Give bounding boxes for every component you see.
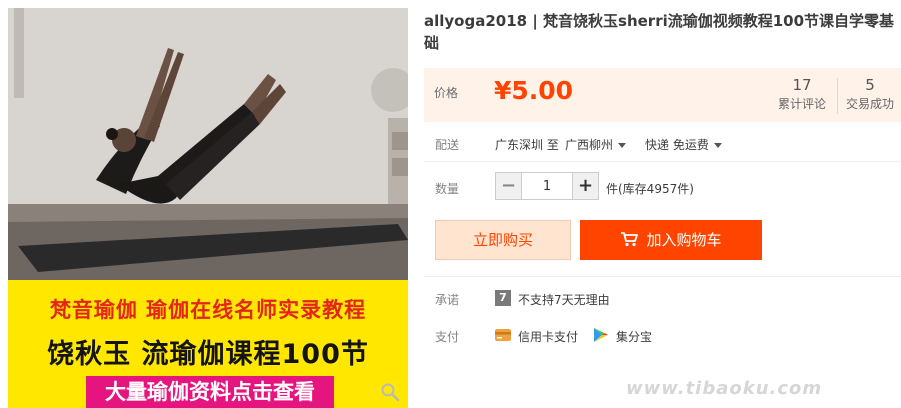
- divider: [424, 276, 901, 277]
- shipping-method: 快递 免运费: [645, 138, 709, 152]
- price-value: ¥5.00: [494, 76, 574, 105]
- promise-text[interactable]: 不支持7天无理由: [518, 291, 610, 308]
- quantity-label: 数量: [435, 182, 460, 196]
- buy-now-button[interactable]: 立即购买: [435, 220, 571, 260]
- magnifier-icon[interactable]: [380, 382, 400, 402]
- sales-label: 交易成功: [845, 97, 894, 111]
- reviews-stat[interactable]: 17 累计评论: [772, 76, 832, 114]
- reviews-label: 累计评论: [777, 97, 826, 111]
- jifenbao-icon: [594, 328, 608, 342]
- cart-icon: [621, 232, 639, 247]
- increase-button[interactable]: +: [572, 173, 598, 199]
- price-panel: 价格 ¥5.00 17 累计评论 5 交易成功: [424, 68, 901, 122]
- quantity-stepper: − +: [495, 172, 599, 200]
- watermark: www.tibaoku.com: [626, 378, 823, 399]
- delivery-from: 广东深圳 至: [495, 138, 559, 152]
- stock-info: 件(库存4957件): [606, 182, 694, 196]
- add-to-cart-label: 加入购物车: [646, 231, 722, 249]
- yoga-photo: [8, 8, 408, 280]
- payment-label: 支付: [435, 330, 460, 344]
- seven-day-icon: 7: [495, 290, 511, 306]
- banner-headline: 梵音瑜伽 瑜伽在线名师实录教程: [49, 298, 367, 322]
- payment-credit-card[interactable]: 信用卡支付: [518, 328, 578, 345]
- delivery-destination-select[interactable]: 广西柳州: [565, 136, 627, 153]
- promo-banner: 梵音瑜伽 瑜伽在线名师实录教程 饶秋玉 流瑜伽课程100节 大量瑜伽资料点击查看: [8, 280, 408, 408]
- shipping-method-select[interactable]: 快递 免运费: [645, 136, 722, 153]
- sales-stat: 5 交易成功: [842, 76, 898, 114]
- decrease-button[interactable]: −: [496, 173, 522, 199]
- add-to-cart-button[interactable]: 加入购物车: [580, 220, 762, 260]
- payment-jifenbao[interactable]: 集分宝: [616, 328, 652, 345]
- chevron-down-icon: [713, 143, 722, 148]
- chevron-down-icon: [618, 143, 627, 148]
- sales-count: 5: [865, 76, 875, 94]
- delivery-label: 配送: [435, 138, 460, 152]
- stat-divider: [837, 78, 838, 114]
- credit-card-icon: [495, 329, 511, 341]
- delivery-destination: 广西柳州: [565, 138, 614, 152]
- divider: [424, 161, 901, 162]
- banner-subheadline: 饶秋玉 流瑜伽课程100节: [47, 339, 369, 370]
- reviews-count: 17: [792, 76, 812, 94]
- promise-label: 承诺: [435, 293, 460, 307]
- price-label: 价格: [434, 86, 459, 100]
- product-main-image[interactable]: 梵音瑜伽 瑜伽在线名师实录教程 饶秋玉 流瑜伽课程100节 大量瑜伽资料点击查看: [8, 8, 408, 408]
- product-title: allyoga2018 | 梵音饶秋玉sherri流瑜伽视频教程100节课自学零…: [424, 12, 895, 52]
- banner-cta: 大量瑜伽资料点击查看: [86, 376, 334, 408]
- quantity-input[interactable]: [523, 173, 571, 199]
